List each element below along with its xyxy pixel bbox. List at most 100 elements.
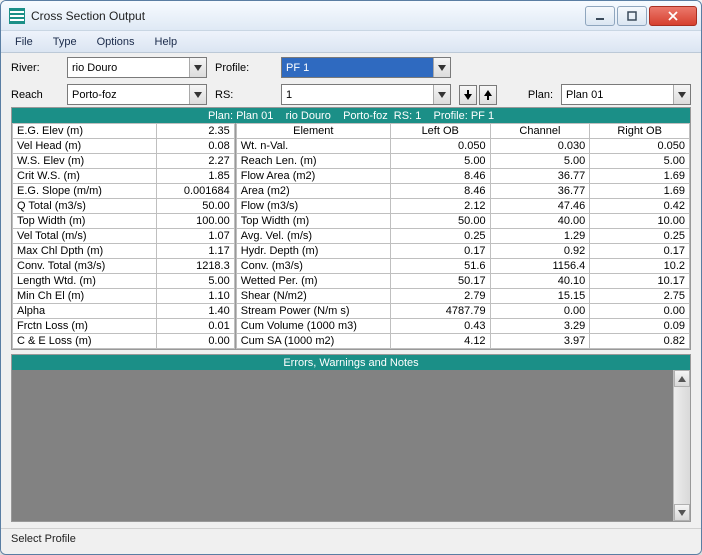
cell-right-ob: 1.69 xyxy=(590,184,690,199)
row-label: Conv. Total (m3/s) xyxy=(13,259,157,274)
window-buttons xyxy=(583,6,697,26)
table-row: Q Total (m3/s)50.00 xyxy=(13,199,235,214)
row-label: Crit W.S. (m) xyxy=(13,169,157,184)
cell-right-ob: 5.00 xyxy=(590,154,690,169)
chevron-down-icon xyxy=(189,58,206,77)
row-label: Top Width (m) xyxy=(236,214,390,229)
cell-right-ob: 0.42 xyxy=(590,199,690,214)
rs-combo[interactable]: 1 xyxy=(281,84,451,105)
chevron-down-icon xyxy=(189,85,206,104)
cell-channel: 1.29 xyxy=(490,229,590,244)
row-label: Top Width (m) xyxy=(13,214,157,229)
row-value: 0.001684 xyxy=(157,184,235,199)
table-row: Max Chl Dpth (m)1.17 xyxy=(13,244,235,259)
menu-type[interactable]: Type xyxy=(45,34,85,50)
window: Cross Section Output File Type Options H… xyxy=(0,0,702,555)
table-row: E.G. Elev (m)2.35 xyxy=(13,124,235,139)
row-label: E.G. Elev (m) xyxy=(13,124,157,139)
row-label: Vel Head (m) xyxy=(13,139,157,154)
cell-channel: 36.77 xyxy=(490,184,590,199)
table-row: Reach Len. (m)5.005.005.00 xyxy=(236,154,689,169)
menu-help[interactable]: Help xyxy=(147,34,186,50)
data-tables: E.G. Elev (m)2.35Vel Head (m)0.08W.S. El… xyxy=(11,123,691,350)
row-value: 50.00 xyxy=(157,199,235,214)
row-value: 1218.3 xyxy=(157,259,235,274)
row-value: 0.01 xyxy=(157,319,235,334)
cell-left-ob: 0.43 xyxy=(390,319,490,334)
scrollbar-vertical[interactable] xyxy=(673,370,690,521)
menu-options[interactable]: Options xyxy=(89,34,143,50)
element-header-row: Element Left OB Channel Right OB xyxy=(236,124,689,139)
cell-left-ob: 50.17 xyxy=(390,274,490,289)
cell-channel: 1156.4 xyxy=(490,259,590,274)
table-row: Top Width (m)100.00 xyxy=(13,214,235,229)
plan-banner: Plan: Plan 01 rio Douro Porto-foz RS: 1 … xyxy=(11,107,691,123)
row-label: Cum SA (1000 m2) xyxy=(236,334,390,349)
reach-label: Reach xyxy=(11,89,59,101)
cell-channel: 47.46 xyxy=(490,199,590,214)
row-label: Frctn Loss (m) xyxy=(13,319,157,334)
menu-file[interactable]: File xyxy=(7,34,41,50)
table-row: C & E Loss (m)0.00 xyxy=(13,334,235,349)
cell-channel: 40.10 xyxy=(490,274,590,289)
row-value: 1.17 xyxy=(157,244,235,259)
table-row: Area (m2)8.4636.771.69 xyxy=(236,184,689,199)
reach-combo[interactable]: Porto-foz xyxy=(67,84,207,105)
table-row: Min Ch El (m)1.10 xyxy=(13,289,235,304)
row-label: Shear (N/m2) xyxy=(236,289,390,304)
window-title: Cross Section Output xyxy=(31,9,583,23)
header-channel: Channel xyxy=(490,124,590,139)
element-table: Element Left OB Channel Right OB Wt. n-V… xyxy=(236,123,690,349)
row-value: 2.35 xyxy=(157,124,235,139)
river-label: River: xyxy=(11,62,59,74)
row-label: W.S. Elev (m) xyxy=(13,154,157,169)
row-label: E.G. Slope (m/m) xyxy=(13,184,157,199)
table-row: Avg. Vel. (m/s)0.251.290.25 xyxy=(236,229,689,244)
table-row: E.G. Slope (m/m)0.001684 xyxy=(13,184,235,199)
table-row: Hydr. Depth (m)0.170.920.17 xyxy=(236,244,689,259)
row-label: Length Wtd. (m) xyxy=(13,274,157,289)
cell-channel: 5.00 xyxy=(490,154,590,169)
cell-left-ob: 51.6 xyxy=(390,259,490,274)
profile-value: PF 1 xyxy=(286,62,309,74)
rs-up-button[interactable] xyxy=(479,85,497,105)
minimize-button[interactable] xyxy=(585,6,615,26)
header-right-ob: Right OB xyxy=(590,124,690,139)
row-value: 5.00 xyxy=(157,274,235,289)
cell-left-ob: 0.17 xyxy=(390,244,490,259)
rs-down-button[interactable] xyxy=(459,85,477,105)
profile-combo[interactable]: PF 1 xyxy=(281,57,451,78)
header-element: Element xyxy=(236,124,390,139)
table-row: Flow (m3/s)2.1247.460.42 xyxy=(236,199,689,214)
plan-combo[interactable]: Plan 01 xyxy=(561,84,691,105)
profile-label: Profile: xyxy=(215,62,273,74)
rs-step-buttons xyxy=(459,85,505,105)
cell-right-ob: 0.050 xyxy=(590,139,690,154)
close-button[interactable] xyxy=(649,6,697,26)
cell-left-ob: 50.00 xyxy=(390,214,490,229)
row-label: Flow (m3/s) xyxy=(236,199,390,214)
scroll-down-button[interactable] xyxy=(674,504,690,521)
cell-right-ob: 1.69 xyxy=(590,169,690,184)
row-value: 1.40 xyxy=(157,304,235,319)
row-label: Wt. n-Val. xyxy=(236,139,390,154)
cell-right-ob: 10.17 xyxy=(590,274,690,289)
plan-value: Plan 01 xyxy=(566,89,603,101)
table-row: Top Width (m)50.0040.0010.00 xyxy=(236,214,689,229)
cell-left-ob: 2.12 xyxy=(390,199,490,214)
scroll-up-button[interactable] xyxy=(674,370,690,387)
table-row: Flow Area (m2)8.4636.771.69 xyxy=(236,169,689,184)
cell-channel: 36.77 xyxy=(490,169,590,184)
table-row: Frctn Loss (m)0.01 xyxy=(13,319,235,334)
cell-channel: 3.29 xyxy=(490,319,590,334)
river-combo[interactable]: rio Douro xyxy=(67,57,207,78)
cell-left-ob: 8.46 xyxy=(390,169,490,184)
table-row: Wetted Per. (m)50.1740.1010.17 xyxy=(236,274,689,289)
rs-label: RS: xyxy=(215,89,273,101)
cell-channel: 0.92 xyxy=(490,244,590,259)
cell-channel: 15.15 xyxy=(490,289,590,304)
table-row: Conv. Total (m3/s)1218.3 xyxy=(13,259,235,274)
cell-channel: 40.00 xyxy=(490,214,590,229)
maximize-button[interactable] xyxy=(617,6,647,26)
table-row: Shear (N/m2)2.7915.152.75 xyxy=(236,289,689,304)
